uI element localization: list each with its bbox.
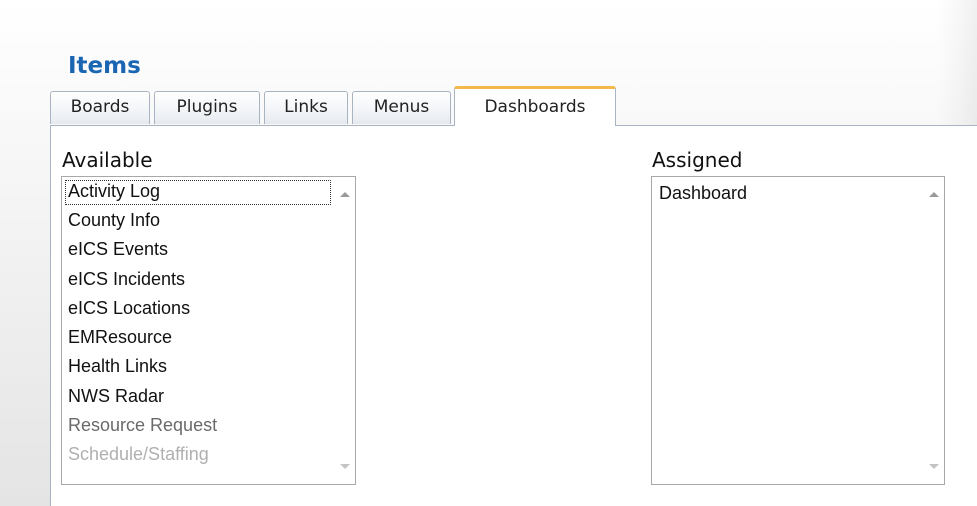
chevron-down-icon[interactable] bbox=[929, 464, 939, 469]
assigned-items: Dashboard bbox=[652, 177, 924, 484]
tab-dashboards[interactable]: Dashboards bbox=[454, 86, 616, 126]
available-items: Activity Log County Info eICS Events eIC… bbox=[62, 177, 335, 484]
tab-boards[interactable]: Boards bbox=[50, 91, 150, 124]
tab-menus[interactable]: Menus bbox=[352, 91, 451, 124]
chevron-down-icon[interactable] bbox=[340, 464, 350, 469]
list-item[interactable]: Dashboard bbox=[652, 179, 924, 208]
section-title: Items bbox=[68, 53, 141, 79]
tab-links[interactable]: Links bbox=[264, 91, 348, 124]
chevron-up-icon[interactable] bbox=[929, 192, 939, 197]
assigned-listbox[interactable]: Dashboard bbox=[651, 176, 945, 485]
list-item[interactable]: eICS Events bbox=[62, 235, 335, 264]
list-item[interactable]: eICS Locations bbox=[62, 294, 335, 323]
list-item[interactable]: NWS Radar bbox=[62, 382, 335, 411]
list-item[interactable]: Activity Log bbox=[64, 179, 332, 206]
assigned-label: Assigned bbox=[652, 148, 743, 172]
list-item[interactable]: Health Links bbox=[62, 352, 335, 381]
tab-plugins[interactable]: Plugins bbox=[154, 91, 260, 124]
list-item[interactable]: County Info bbox=[62, 206, 335, 235]
tab-bar: Boards Plugins Links Menus Dashboards bbox=[50, 86, 977, 126]
available-listbox[interactable]: Activity Log County Info eICS Events eIC… bbox=[61, 176, 356, 485]
list-item[interactable]: Schedule/Staffing bbox=[62, 440, 335, 469]
list-item[interactable]: Resource Request bbox=[62, 411, 335, 440]
assigned-scrollbar[interactable] bbox=[924, 177, 944, 484]
list-item[interactable]: EMResource bbox=[62, 323, 335, 352]
list-item[interactable]: eICS Incidents bbox=[62, 265, 335, 294]
chevron-up-icon[interactable] bbox=[340, 192, 350, 197]
available-scrollbar[interactable] bbox=[335, 177, 355, 484]
available-label: Available bbox=[62, 148, 153, 172]
